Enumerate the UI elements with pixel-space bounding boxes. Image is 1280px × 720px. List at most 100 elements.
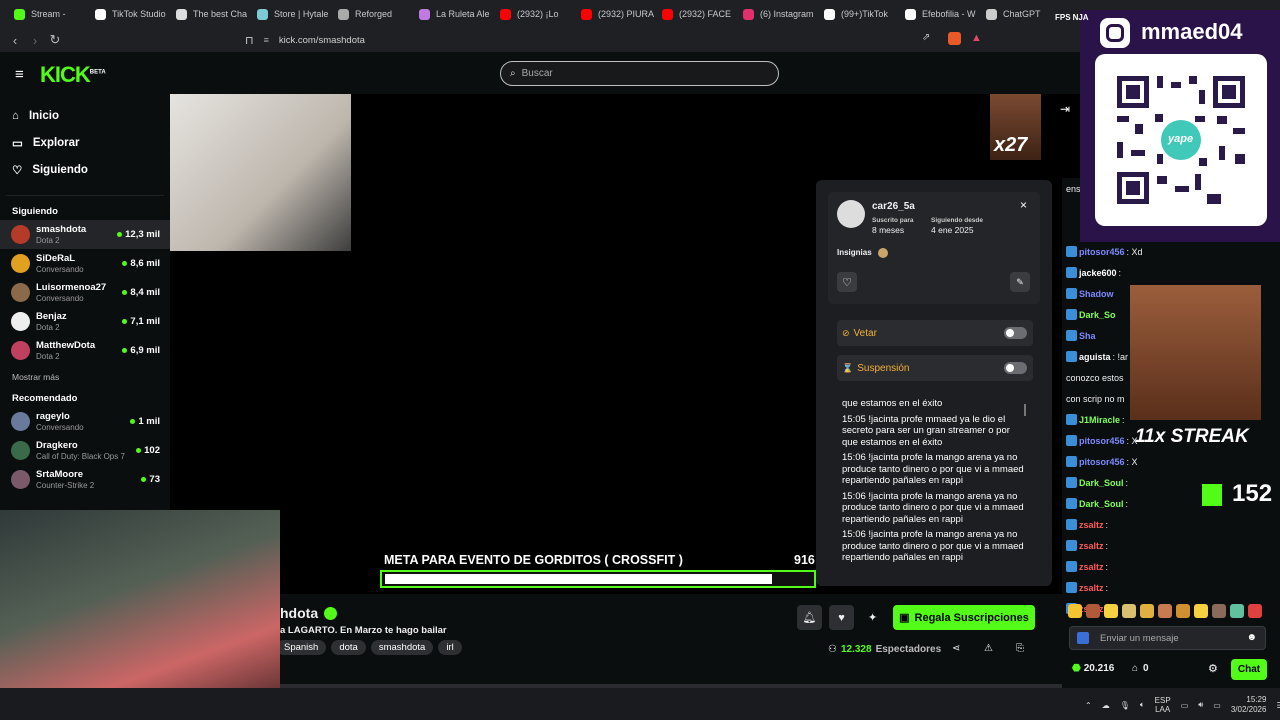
sidebar-channel-smashdota[interactable]: smashdota Dota 2 12,3 mil: [0, 220, 170, 249]
emote-icon[interactable]: [1230, 604, 1244, 618]
chat-username[interactable]: pitosor456: [1079, 247, 1125, 257]
notification-bell-button[interactable]: 🔔︎: [797, 605, 822, 630]
chat-username[interactable]: aguista: [1079, 352, 1111, 362]
nav-following[interactable]: ♡ Siguiendo: [0, 156, 170, 183]
chat-message[interactable]: zsaltz:: [1062, 556, 1280, 577]
forward-icon[interactable]: ›: [25, 33, 45, 48]
channel-name[interactable]: hdota: [280, 605, 338, 621]
chevron-up-icon[interactable]: ⌃: [1085, 701, 1092, 710]
browser-tab[interactable]: (2932) FACE: [656, 0, 737, 28]
clip-icon[interactable]: ⎘: [1016, 643, 1024, 654]
sidebar-channel-dragkero[interactable]: Dragkero Call of Duty: Black Ops 7 102: [0, 436, 170, 465]
battery-icon[interactable]: ▭: [1213, 701, 1221, 710]
bookmark-icon[interactable]: ⊓: [245, 34, 254, 47]
browser-tab[interactable]: The best Cha: [170, 0, 251, 28]
chat-message[interactable]: zsaltz:: [1062, 577, 1280, 598]
volume-icon[interactable]: 🔊︎: [1198, 700, 1203, 710]
close-icon[interactable]: ×: [1020, 198, 1027, 212]
settings-gear-icon[interactable]: ⚙: [1208, 662, 1218, 675]
chat-message[interactable]: pitosor456: Xd: [1062, 241, 1280, 262]
chat-username[interactable]: zsaltz: [1079, 583, 1104, 593]
browser-tab[interactable]: Store | Hytale: [251, 0, 332, 28]
browser-tab[interactable]: Efebofilia - W: [899, 0, 980, 28]
browser-tab[interactable]: ChatGPT: [980, 0, 1061, 28]
notifications-icon[interactable]: ☰: [1276, 701, 1280, 710]
show-more-link[interactable]: Mostrar más: [0, 365, 170, 389]
rewards-icon[interactable]: ▲: [971, 32, 982, 44]
mic-icon[interactable]: 🎙︎: [1120, 701, 1130, 710]
sidebar-channel-matthewdota[interactable]: MatthewDota Dota 2 6,9 mil: [0, 336, 170, 365]
sidebar-channel-sideral[interactable]: SiDeRaL Conversando 8,6 mil: [0, 249, 170, 278]
chat-username[interactable]: zsaltz: [1079, 541, 1104, 551]
nav-browse[interactable]: ▭ Explorar: [0, 129, 170, 156]
speaker-icon[interactable]: 🔈︎: [1140, 700, 1145, 710]
sidebar-channel-luisormenoa27[interactable]: Luisormenoa27 Conversando 8,4 mil: [0, 278, 170, 307]
ban-toggle[interactable]: [1004, 327, 1027, 339]
browser-tab[interactable]: (2932) ¡Lo: [494, 0, 575, 28]
share-icon[interactable]: ⇗: [922, 32, 930, 43]
chat-send-button[interactable]: Chat: [1231, 659, 1267, 680]
chat-username[interactable]: jacke600: [1079, 268, 1117, 278]
cloud-icon[interactable]: ☁: [1102, 701, 1110, 710]
nav-home[interactable]: ⌂ Inicio: [0, 102, 170, 129]
chat-username[interactable]: Sha: [1079, 331, 1096, 341]
report-icon[interactable]: ⚠: [984, 643, 993, 654]
emote-icon[interactable]: [1086, 604, 1100, 618]
chat-message[interactable]: jacke600:: [1062, 262, 1280, 283]
mod-action-icon[interactable]: ✎: [1010, 272, 1030, 292]
network-icon[interactable]: ▭: [1181, 701, 1189, 710]
browser-tab[interactable]: (2932) PIURA: [575, 0, 656, 28]
timeout-toggle[interactable]: [1004, 362, 1027, 374]
collapse-chat-icon[interactable]: ⇥: [1060, 102, 1070, 116]
follow-heart-icon[interactable]: ♡: [837, 272, 857, 292]
menu-icon[interactable]: ≡: [15, 66, 24, 83]
tag-spanish[interactable]: Spanish: [276, 640, 327, 655]
search-input[interactable]: ⌕ Buscar: [500, 61, 779, 86]
url-field[interactable]: ⊓ ≡ kick.com/smashdota: [245, 31, 995, 49]
share-icon[interactable]: ⋖: [952, 643, 960, 654]
emote-icon[interactable]: [1068, 604, 1082, 618]
chat-message[interactable]: pitosor456: X: [1062, 451, 1280, 472]
channel-points[interactable]: ⬣ 20.216: [1072, 663, 1114, 674]
emote-icon[interactable]: [1176, 604, 1190, 618]
emote-icon[interactable]: [1140, 604, 1154, 618]
chat-username[interactable]: zsaltz: [1079, 562, 1104, 572]
chat-message[interactable]: zsaltz:: [1062, 535, 1280, 556]
chat-username[interactable]: Dark_Soul: [1079, 499, 1124, 509]
browser-tab[interactable]: (6) Instagram: [737, 0, 818, 28]
chat-username[interactable]: zsaltz: [1079, 520, 1104, 530]
browser-tab[interactable]: La Ruleta Ale: [413, 0, 494, 28]
sparkle-icon[interactable]: ✦: [868, 611, 877, 624]
follow-button[interactable]: ♥: [829, 605, 854, 630]
emote-icon[interactable]: [1104, 604, 1118, 618]
bets[interactable]: ⌂ 0: [1132, 663, 1149, 674]
chat-input[interactable]: Enviar un mensaje ☻: [1069, 626, 1266, 650]
emote-icon[interactable]: [1194, 604, 1208, 618]
chat-username[interactable]: J1Miracle: [1079, 415, 1120, 425]
sidebar-channel-benjaz[interactable]: Benjaz Dota 2 7,1 mil: [0, 307, 170, 336]
tag-smashdota[interactable]: smashdota: [370, 640, 434, 655]
chat-username[interactable]: Shadow: [1079, 289, 1114, 299]
tag-dota[interactable]: dota: [331, 640, 366, 655]
sidebar-channel-srtamoore[interactable]: SrtaMoore Counter-Strike 2 73: [0, 465, 170, 494]
gift-subscriptions-button[interactable]: ▣ Regala Suscripciones: [893, 605, 1035, 630]
browser-tab[interactable]: (99+)TikTok: [818, 0, 899, 28]
emoji-icon[interactable]: ☻: [1246, 632, 1257, 643]
chat-username[interactable]: pitosor456: [1079, 457, 1125, 467]
chat-message[interactable]: zsaltz:: [1062, 514, 1280, 535]
chat-username[interactable]: Dark_So: [1079, 310, 1116, 320]
chat-username[interactable]: pitosor456: [1079, 436, 1125, 446]
browser-tab[interactable]: Reforged: [332, 0, 413, 28]
reload-icon[interactable]: ↻: [45, 32, 65, 48]
language-indicator[interactable]: ESP LAA: [1155, 696, 1171, 714]
browser-tab[interactable]: TikTok Studio: [89, 0, 170, 28]
kick-logo[interactable]: KICKBETA: [40, 62, 106, 88]
brave-shield-icon[interactable]: [948, 32, 961, 45]
browser-tab[interactable]: Stream -: [8, 0, 89, 28]
tag-irl[interactable]: irl: [438, 640, 462, 655]
site-info-icon[interactable]: ≡: [264, 35, 269, 45]
emote-icon[interactable]: [1158, 604, 1172, 618]
emote-icon[interactable]: [1212, 604, 1226, 618]
chat-username[interactable]: Dark_Soul: [1079, 478, 1124, 488]
emote-icon[interactable]: [1248, 604, 1262, 618]
